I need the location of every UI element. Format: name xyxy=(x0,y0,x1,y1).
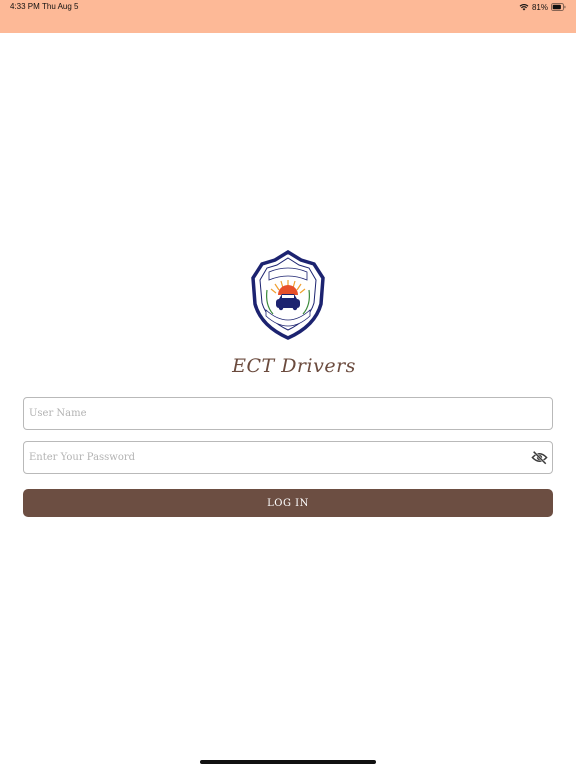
battery-icon xyxy=(551,3,566,11)
status-bar: 4:33 PM Thu Aug 5 81% xyxy=(0,0,576,33)
ect-crest-logo xyxy=(251,250,325,340)
wifi-icon xyxy=(519,4,529,11)
username-input[interactable] xyxy=(29,398,519,429)
eye-slash-icon[interactable] xyxy=(531,450,548,465)
status-time: 4:33 PM xyxy=(10,2,40,11)
app-title: ECT Drivers xyxy=(232,355,356,377)
username-field[interactable] xyxy=(23,397,553,430)
password-input[interactable] xyxy=(29,442,519,473)
home-indicator[interactable] xyxy=(200,760,376,764)
status-indicators: 81% xyxy=(519,2,566,12)
status-date: Thu Aug 5 xyxy=(42,2,79,11)
battery-percent: 81% xyxy=(531,2,548,12)
password-field[interactable] xyxy=(23,441,553,474)
login-button[interactable]: LOG IN xyxy=(23,489,553,517)
